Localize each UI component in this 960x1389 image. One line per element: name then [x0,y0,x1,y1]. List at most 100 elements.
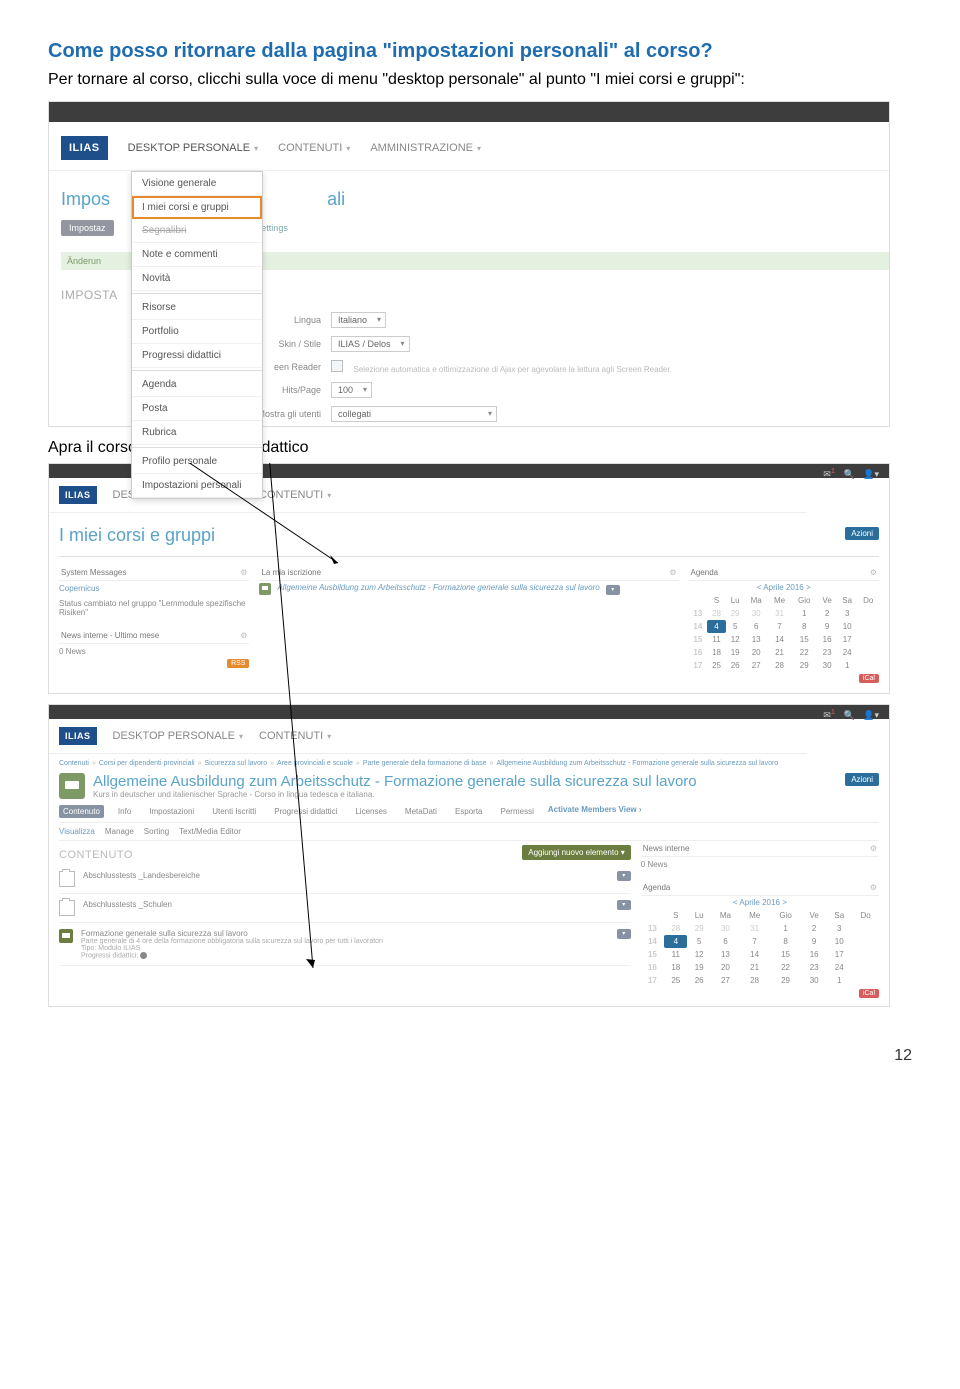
calendar-day[interactable]: 30 [802,974,827,987]
dd-rubrica[interactable]: Rubrica [132,421,262,445]
search-icon[interactable]: 🔍 [844,469,855,479]
calendar-day[interactable]: 10 [837,620,858,633]
calendar-day[interactable]: 23 [802,961,827,974]
calendar-day[interactable]: 6 [711,935,740,948]
calendar-day[interactable]: 15 [769,948,802,961]
calendar-day[interactable]: 1 [769,922,802,935]
calendar-day[interactable]: 17 [826,948,852,961]
calendar-day[interactable]: 22 [769,961,802,974]
subtab-text-media-editor[interactable]: Text/Media Editor [179,827,241,836]
calendar-day[interactable]: 15 [791,633,817,646]
calendar-day[interactable]: 31 [740,922,769,935]
calendar-day[interactable]: 9 [817,620,837,633]
calendar-day[interactable]: 12 [726,633,745,646]
mail-icon[interactable]: ✉1 [823,710,835,720]
calendar-day[interactable]: 4 [707,620,726,633]
calendar-day[interactable]: 20 [745,646,768,659]
activate-members-view[interactable]: Activate Members View › [548,805,642,818]
calendar-day[interactable]: 30 [745,607,768,620]
actions-dropdown-icon[interactable]: ▾ [617,871,631,881]
select-utenti[interactable]: collegati [331,406,497,422]
calendar-day[interactable]: 5 [687,935,710,948]
calendar-day[interactable]: 30 [817,659,837,672]
breadcrumb-item[interactable]: Contenuti [59,760,89,767]
calendar-day[interactable]: 28 [768,659,791,672]
gear-icon[interactable]: ⚙ [240,631,247,640]
gear-icon[interactable]: ⚙ [870,568,877,577]
calendar-day[interactable]: 11 [707,633,726,646]
azioni-button[interactable]: Azioni [845,527,879,540]
azioni-button[interactable]: Azioni [845,773,879,786]
calendar-month[interactable]: < Aprile 2016 > [641,896,879,909]
calendar-day[interactable]: 24 [826,961,852,974]
breadcrumb-item[interactable]: Allgemeine Ausbildung zum Arbeitsschutz … [496,760,778,767]
calendar-day[interactable]: 1 [826,974,852,987]
list-item-module[interactable]: Formazione generale sulla sicurezza sul … [59,923,631,966]
calendar-day[interactable]: 21 [740,961,769,974]
tab-licenses[interactable]: Licenses [351,805,391,818]
actions-dropdown-icon[interactable]: ▾ [617,900,631,910]
calendar-day[interactable]: 27 [711,974,740,987]
calendar-day[interactable]: 30 [711,922,740,935]
nav-contenuti[interactable]: CONTENUTI ▾ [259,489,331,501]
calendar-day[interactable]: 28 [707,607,726,620]
calendar-day[interactable]: 12 [687,948,710,961]
tab-esporta[interactable]: Esporta [451,805,487,818]
calendar-day[interactable]: 24 [837,646,858,659]
calendar-day[interactable]: 22 [791,646,817,659]
dd-segnalibri[interactable]: Segnalibri [132,219,262,243]
calendar-day[interactable]: 10 [826,935,852,948]
actions-dropdown-icon[interactable]: ▾ [617,929,631,939]
tab-progressi-didattici[interactable]: Progressi didattici [270,805,341,818]
gear-icon[interactable]: ⚙ [669,568,676,577]
calendar-day[interactable]: 8 [769,935,802,948]
breadcrumb-item[interactable]: Parte generale della formazione di base [363,760,487,767]
calendar-day[interactable]: 2 [802,922,827,935]
calendar-day[interactable]: 29 [687,922,710,935]
calendar-day[interactable]: 25 [664,974,687,987]
gear-icon[interactable]: ⚙ [240,568,247,577]
tab-info[interactable]: Info [114,805,135,818]
calendar-day[interactable]: 3 [826,922,852,935]
nav-contenuti[interactable]: CONTENUTI ▾ [259,730,331,742]
calendar-day[interactable]: 18 [664,961,687,974]
breadcrumb-item[interactable]: Sicurezza sul lavoro [205,760,268,767]
subtab-sorting[interactable]: Sorting [144,827,169,836]
calendar-day[interactable]: 18 [707,646,726,659]
mail-icon[interactable]: ✉1 [823,469,835,479]
calendar-day[interactable]: 1 [791,607,817,620]
calendar-day[interactable]: 7 [768,620,791,633]
avatar[interactable]: 👤▾ [863,469,879,479]
avatar[interactable]: 👤▾ [863,710,879,720]
calendar-day[interactable]: 26 [726,659,745,672]
select-lingua[interactable]: Italiano [331,312,386,328]
tab-impostazioni[interactable]: Impostaz [61,220,114,236]
calendar-month[interactable]: < Aprile 2016 > [689,581,879,594]
calendar-day[interactable]: 20 [711,961,740,974]
dd-novita[interactable]: Novità [132,267,262,291]
calendar-day[interactable]: 31 [768,607,791,620]
calendar-day[interactable]: 13 [745,633,768,646]
list-item[interactable]: Abschlusstests _Landesbereiche ▾ [59,865,631,894]
breadcrumb-item[interactable]: Corsi per dipendenti provinciali [99,760,195,767]
list-item[interactable]: Abschlusstests _Schulen ▾ [59,894,631,923]
gear-icon[interactable]: ⚙ [870,844,877,853]
calendar-day[interactable]: 13 [711,948,740,961]
nav-contenuti[interactable]: CONTENUTI ▾ [278,142,350,154]
search-icon[interactable]: 🔍 [844,710,855,720]
calendar-day[interactable]: 9 [802,935,827,948]
calendar-day[interactable]: 5 [726,620,745,633]
nav-desktop-personale[interactable]: DESKTOP PERSONALE ▾ [128,142,259,154]
tab-contenuto[interactable]: Contenuto [59,805,104,818]
dd-portfolio[interactable]: Portfolio [132,320,262,344]
select-hits[interactable]: 100 [331,382,372,398]
calendar-day[interactable]: 8 [791,620,817,633]
calendar-day[interactable]: 11 [664,948,687,961]
ical-badge[interactable]: iCal [859,674,879,683]
calendar-day[interactable]: 21 [768,646,791,659]
rss-badge[interactable]: RSS [227,659,249,668]
subtab-visualizza[interactable]: Visualizza [59,827,95,836]
calendar-day[interactable]: 19 [726,646,745,659]
dd-posta[interactable]: Posta [132,397,262,421]
dd-profilo[interactable]: Profilo personale [132,450,262,474]
